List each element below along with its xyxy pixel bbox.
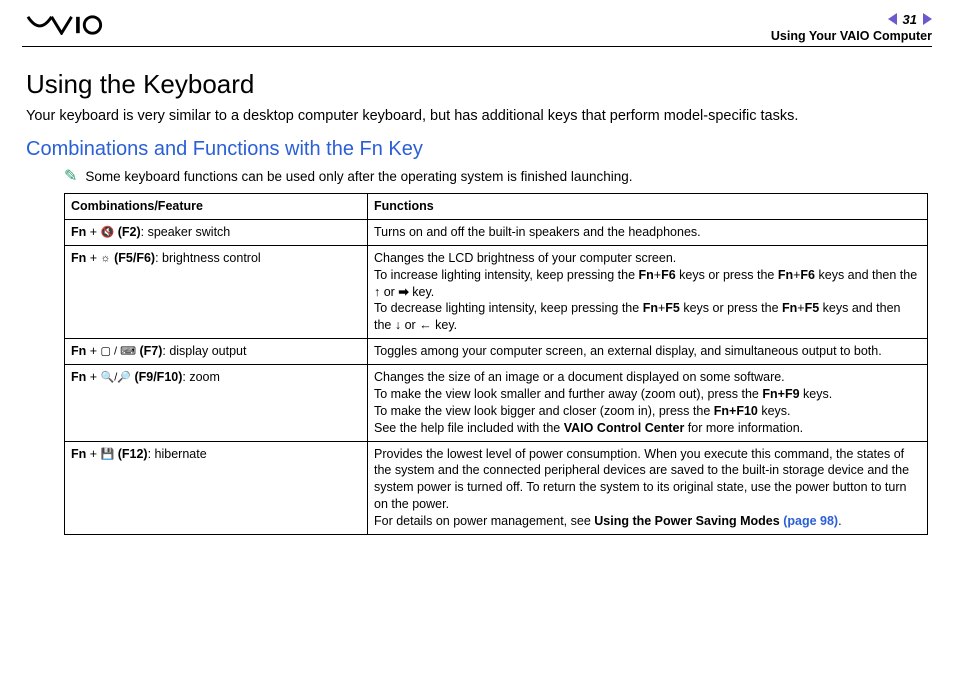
table-header-combinations: Combinations/Feature <box>65 194 368 220</box>
page-title: Using the Keyboard <box>26 69 928 100</box>
combination-cell: Fn + 🔍/🔎 (F9/F10): zoom <box>65 365 368 442</box>
prev-page-button[interactable] <box>888 13 897 25</box>
table-row: Fn + ☼ (F5/F6): brightness controlChange… <box>65 245 928 338</box>
combination-cell: Fn + ▢ / ⌨ (F7): display output <box>65 339 368 365</box>
function-cell: Changes the size of an image or a docume… <box>368 365 928 442</box>
next-page-button[interactable] <box>923 13 932 25</box>
vaio-logo <box>22 15 132 40</box>
subsection-title: Combinations and Functions with the Fn K… <box>26 138 928 161</box>
function-cell: Provides the lowest level of power consu… <box>368 441 928 534</box>
combination-cell: Fn + ☼ (F5/F6): brightness control <box>65 245 368 338</box>
combination-cell: Fn + 💾 (F12): hibernate <box>65 441 368 534</box>
function-cell: Changes the LCD brightness of your compu… <box>368 245 928 338</box>
table-row: Fn + 💾 (F12): hibernateProvides the lowe… <box>65 441 928 534</box>
note-text: Some keyboard functions can be used only… <box>85 169 632 184</box>
page-number: 31 <box>903 12 917 27</box>
note-icon: ✎ <box>64 169 77 185</box>
function-cell: Toggles among your computer screen, an e… <box>368 339 928 365</box>
combination-cell: Fn + 🔇 (F2): speaker switch <box>65 219 368 245</box>
intro-text: Your keyboard is very similar to a deskt… <box>26 108 928 124</box>
function-cell: Turns on and off the built-in speakers a… <box>368 219 928 245</box>
table-row: Fn + 🔍/🔎 (F9/F10): zoomChanges the size … <box>65 365 928 442</box>
table-header-functions: Functions <box>368 194 928 220</box>
table-row: Fn + ▢ / ⌨ (F7): display outputToggles a… <box>65 339 928 365</box>
table-row: Fn + 🔇 (F2): speaker switchTurns on and … <box>65 219 928 245</box>
section-heading: Using Your VAIO Computer <box>771 29 932 43</box>
fn-key-table: Combinations/Feature Functions Fn + 🔇 (F… <box>64 193 928 535</box>
